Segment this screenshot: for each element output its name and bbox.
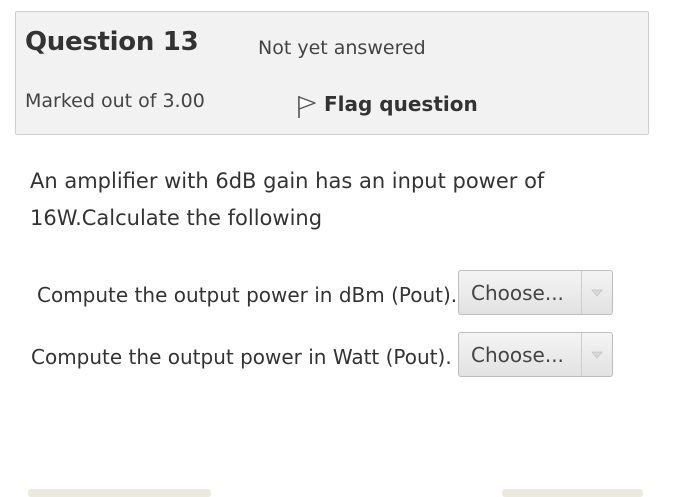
question-text: An amplifier with 6dB gain has an input … xyxy=(30,163,590,237)
question-text-line: An amplifier with 6dB gain has an input … xyxy=(30,169,545,193)
subquestion-label-dbm: Compute the output power in dBm (Pout). xyxy=(37,283,458,307)
question-text-line: 16W.Calculate the following xyxy=(30,206,323,230)
bottom-button-partial-left[interactable] xyxy=(28,489,211,497)
chevron-down-icon xyxy=(581,271,612,314)
question-number: Question 13 xyxy=(25,27,199,57)
flag-question-label: Flag question xyxy=(324,92,478,116)
answer-select-watt[interactable]: Choose... xyxy=(458,332,613,377)
flag-question-button[interactable]: Flag question xyxy=(296,88,478,120)
select-value: Choose... xyxy=(471,281,564,305)
subquestion-label-watt: Compute the output power in Watt (Pout). xyxy=(31,345,452,369)
flag-icon xyxy=(298,96,316,118)
answer-select-dbm[interactable]: Choose... xyxy=(458,270,613,315)
question-state: Not yet answered xyxy=(258,37,426,59)
chevron-down-icon xyxy=(581,333,612,376)
question-info-box: Question 13 Not yet answered Marked out … xyxy=(15,11,649,135)
bottom-button-partial-right[interactable] xyxy=(502,489,643,497)
question-grade: Marked out of 3.00 xyxy=(25,90,205,112)
select-value: Choose... xyxy=(471,343,564,367)
